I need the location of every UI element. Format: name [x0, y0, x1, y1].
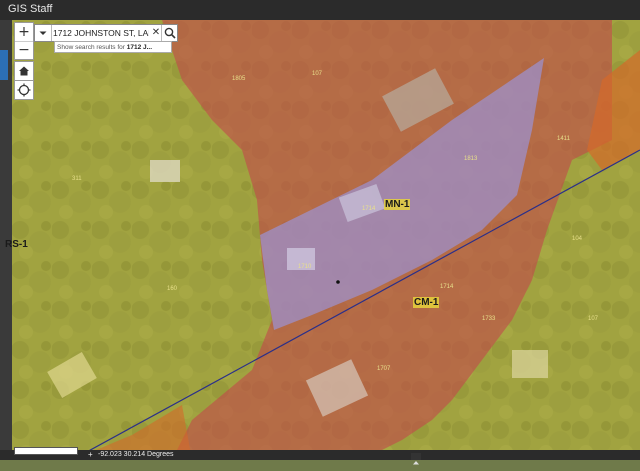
- map-canvas[interactable]: 1805 107 1813 1710 1714 1714 1733 1707 1…: [12, 20, 640, 460]
- zoom-out-button[interactable]: −: [15, 41, 33, 59]
- expand-panel-button[interactable]: [411, 453, 421, 465]
- chevron-down-icon: [39, 31, 47, 35]
- locate-button[interactable]: [14, 80, 34, 100]
- app-title: GIS Staff: [8, 3, 53, 15]
- svg-text:1714: 1714: [362, 206, 376, 212]
- search-button[interactable]: [161, 25, 178, 41]
- search-input[interactable]: [53, 25, 149, 41]
- home-button[interactable]: [14, 61, 34, 81]
- svg-text:1707: 1707: [377, 366, 391, 372]
- minus-icon: −: [18, 42, 30, 58]
- coordinate-readout: -92.023 30.214 Degrees: [98, 451, 174, 458]
- svg-text:1710: 1710: [298, 264, 312, 270]
- zoom-in-button[interactable]: +: [15, 23, 33, 41]
- search-widget: ✕ Show search results for 1712 J...: [34, 24, 178, 54]
- search-source-dropdown[interactable]: [35, 25, 52, 41]
- suggestion-term: 1712 J...: [126, 44, 153, 51]
- map-view[interactable]: 1805 107 1813 1710 1714 1714 1733 1707 1…: [12, 20, 640, 460]
- search-bar: ✕: [34, 24, 178, 42]
- home-icon: [19, 66, 29, 76]
- svg-text:311: 311: [72, 176, 82, 182]
- location-marker[interactable]: [336, 280, 340, 284]
- svg-text:160: 160: [167, 286, 178, 292]
- svg-text:1805: 1805: [232, 76, 246, 82]
- svg-text:104: 104: [572, 236, 583, 242]
- building: [512, 350, 548, 378]
- clear-search-button[interactable]: ✕: [151, 26, 161, 40]
- locate-icon: [17, 83, 31, 97]
- search-suggestion[interactable]: Show search results for 1712 J...: [54, 41, 172, 53]
- zone-label-rs1: RS-1: [5, 239, 28, 250]
- svg-text:107: 107: [588, 316, 599, 322]
- zone-label-mn1: MN-1: [384, 199, 411, 210]
- svg-text:107: 107: [312, 71, 323, 77]
- building: [150, 160, 180, 182]
- suggestion-prefix: Show search results for: [57, 44, 127, 51]
- status-bar: [0, 450, 640, 460]
- expand-icon: [413, 461, 419, 465]
- svg-text:1813: 1813: [464, 156, 478, 162]
- scale-bar: [14, 447, 78, 455]
- svg-text:1411: 1411: [557, 136, 571, 142]
- crosshair-icon: +: [88, 450, 93, 459]
- zoom-control: + −: [14, 22, 34, 60]
- svg-text:1733: 1733: [482, 316, 496, 322]
- svg-text:1714: 1714: [440, 284, 454, 290]
- zone-label-cm1: CM-1: [413, 297, 440, 308]
- panel-tab-indicator[interactable]: [0, 50, 8, 80]
- close-icon: ✕: [151, 27, 161, 38]
- top-bar: GIS Staff: [0, 0, 640, 20]
- plus-icon: +: [18, 24, 30, 40]
- search-icon: [164, 27, 176, 39]
